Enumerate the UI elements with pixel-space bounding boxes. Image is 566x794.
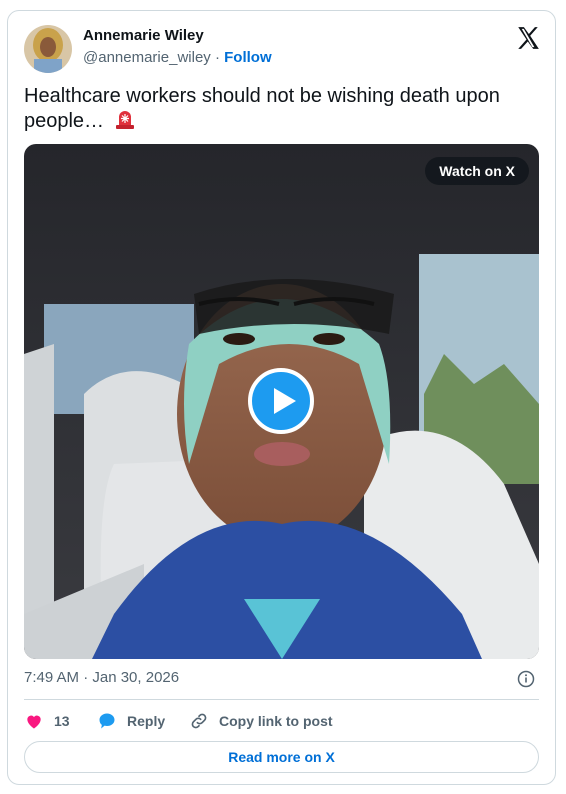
embedded-post-card: Annemarie Wiley @annemarie_wiley · Follo… <box>7 10 556 785</box>
tweet-text-container: Healthcare workers should not be wishing… <box>24 84 524 133</box>
reply-label: Reply <box>127 713 166 729</box>
info-icon[interactable] <box>517 670 535 688</box>
x-logo-icon[interactable] <box>515 25 541 51</box>
link-icon <box>191 713 207 729</box>
police-light-emoji-icon <box>115 111 134 129</box>
play-button-icon[interactable] <box>248 368 314 434</box>
copy-link-button[interactable]: Copy link to post <box>189 711 333 731</box>
tweet-text: Healthcare workers should not be wishing… <box>24 85 500 132</box>
reply-button[interactable]: Reply <box>97 711 165 731</box>
follow-button[interactable]: Follow <box>224 49 272 66</box>
divider <box>24 699 539 700</box>
copy-link-label: Copy link to post <box>219 713 333 729</box>
like-count: 13 <box>54 713 70 729</box>
avatar[interactable] <box>24 25 72 73</box>
watch-on-x-button[interactable]: Watch on X <box>425 157 529 185</box>
video-player[interactable]: Watch on X <box>24 144 539 659</box>
author-name[interactable]: Annemarie Wiley <box>83 27 204 44</box>
separator-dot: · <box>214 49 220 66</box>
like-button[interactable]: 13 <box>24 711 70 731</box>
post-timestamp[interactable]: 7:49 AM · Jan 30, 2026 <box>24 669 179 686</box>
author-handle-row: @annemarie_wiley · Follow <box>83 49 272 66</box>
reply-icon <box>99 713 115 729</box>
author-handle[interactable]: @annemarie_wiley <box>83 49 211 66</box>
read-more-button[interactable]: Read more on X <box>24 741 539 773</box>
heart-icon <box>27 715 41 729</box>
